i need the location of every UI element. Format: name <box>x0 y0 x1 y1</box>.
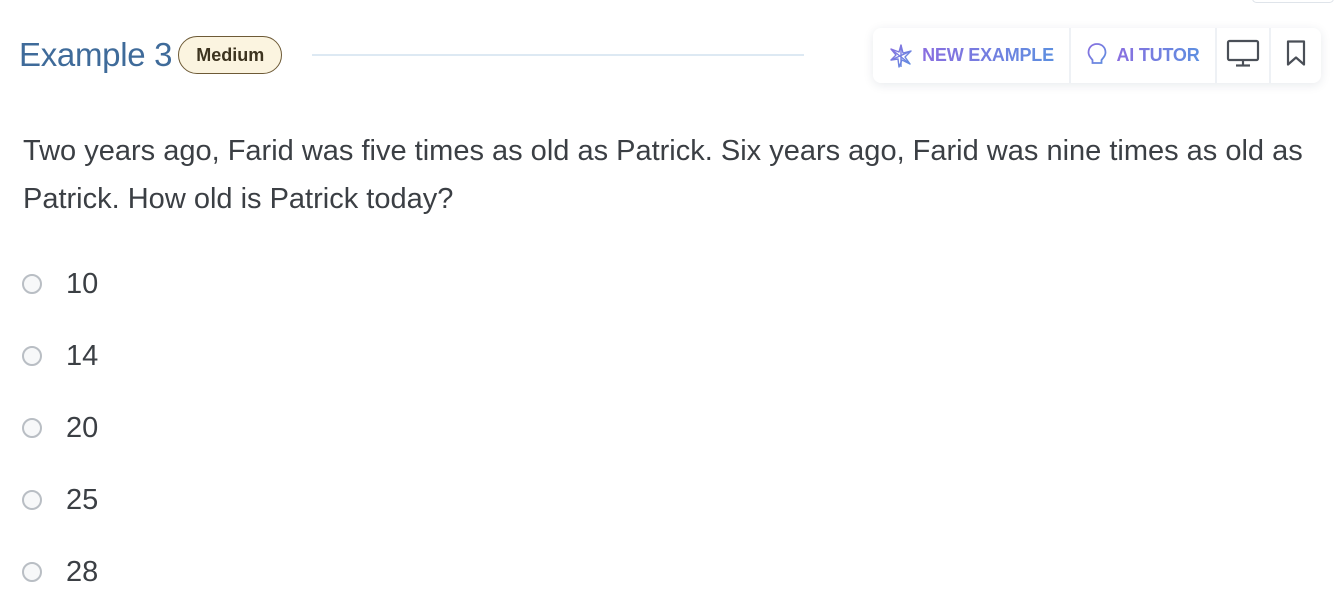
header-divider <box>312 54 805 56</box>
sparkle-star-icon <box>888 43 914 69</box>
new-example-label: NEW EXAMPLE <box>922 45 1054 65</box>
answer-option-label: 10 <box>66 267 99 300</box>
radio-button[interactable] <box>22 274 42 294</box>
radio-button[interactable] <box>22 562 42 582</box>
lightbulb-icon <box>1086 42 1108 70</box>
question-text: Two years ago, Farid was five times as o… <box>23 135 1303 215</box>
answer-option-label: 28 <box>66 555 99 588</box>
answer-option-label: 14 <box>66 339 99 372</box>
monitor-icon <box>1226 38 1260 73</box>
radio-button[interactable] <box>22 490 42 510</box>
difficulty-badge: Medium <box>178 36 283 74</box>
answer-options: 10 14 20 25 28 <box>22 248 98 595</box>
answer-option[interactable]: 14 <box>22 320 98 392</box>
answer-option-label: 25 <box>66 483 99 516</box>
ai-tutor-label: AI TUTOR <box>1116 45 1200 65</box>
answer-option[interactable]: 28 <box>22 536 98 595</box>
bookmark-icon <box>1285 39 1307 72</box>
radio-button[interactable] <box>22 418 42 438</box>
answer-option[interactable]: 25 <box>22 464 98 536</box>
example-title: Example 3 <box>19 36 173 73</box>
answer-option[interactable]: 20 <box>22 392 98 464</box>
new-example-button[interactable]: NEW EXAMPLE <box>873 28 1071 83</box>
answer-option[interactable]: 10 <box>22 248 98 320</box>
ai-tutor-button[interactable]: AI TUTOR <box>1071 28 1217 83</box>
radio-button[interactable] <box>22 346 42 366</box>
example-toolbar: NEW EXAMPLE AI TUTOR <box>873 28 1321 83</box>
bookmark-button[interactable] <box>1271 28 1321 83</box>
screen-mode-button[interactable] <box>1217 28 1271 83</box>
answer-option-label: 20 <box>66 411 99 444</box>
top-right-panel-edge <box>1252 0 1334 3</box>
